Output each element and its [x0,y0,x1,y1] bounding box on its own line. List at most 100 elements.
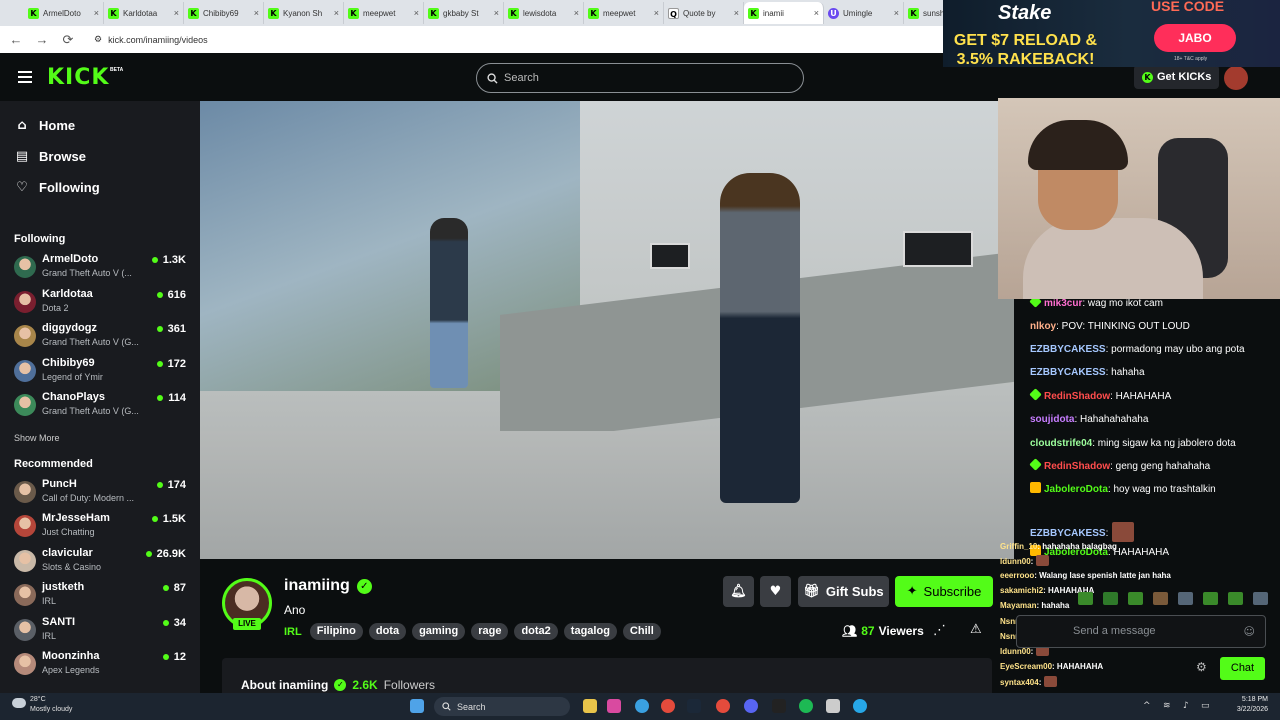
sidebar-channel[interactable]: clavicular Slots & Casino 26.9K [0,544,200,579]
emote-icon[interactable] [1228,592,1243,605]
gift-subs-button[interactable]: 🎁︎ Gift Subs [798,576,889,607]
chat-username[interactable]: soujidota [1030,414,1074,425]
sidebar-channel[interactable]: PuncH Call of Duty: Modern ... 174 [0,475,200,510]
sidebar-channel[interactable]: Karldotaa Dota 2 616 [0,285,200,320]
category-link[interactable]: IRL [284,626,302,638]
chat-username[interactable]: EZBBYCAKESS [1030,528,1106,539]
chat-username[interactable]: nlkoy [1030,321,1056,332]
user-avatar[interactable] [1224,66,1248,90]
calculator-icon[interactable] [826,699,840,713]
chat-username[interactable]: JaboleroDota [1044,484,1108,495]
get-kicks-button[interactable]: K Get KICKs [1134,65,1220,89]
browser-tab[interactable]: K Karldotaa × [104,2,184,24]
share-icon[interactable]: ⋰ [933,623,946,638]
browser-tab[interactable]: U Umingle × [824,2,904,24]
taskbar-search[interactable]: Search [434,697,570,716]
nav-following[interactable]: ♡ Following [0,172,200,203]
notification-button[interactable]: 🔔︎ [723,576,754,607]
menu-icon[interactable] [18,71,32,83]
sidebar-channel[interactable]: Moonzinha Apex Legends 12 [0,647,200,682]
chrome-profile-icon[interactable] [716,699,730,713]
tab-close-icon[interactable]: × [334,8,339,18]
follow-button[interactable]: ♥ [760,576,791,607]
kick-logo[interactable]: KICK [47,65,109,90]
chrome-icon[interactable] [661,699,675,713]
sidebar-channel[interactable]: ArmelDoto Grand Theft Auto V (... 1.3K [0,250,200,285]
telegram-icon[interactable] [853,699,867,713]
tag-chip[interactable]: tagalog [563,623,617,640]
copilot-icon[interactable] [607,699,621,713]
volume-icon[interactable]: ♪ [1183,701,1189,711]
tab-close-icon[interactable]: × [414,8,419,18]
chat-input[interactable]: Send a message ☺ [1016,615,1266,648]
tab-close-icon[interactable]: × [654,8,659,18]
browser-tab[interactable]: Q Quote by × [664,2,744,24]
tab-close-icon[interactable]: × [94,8,99,18]
tag-chip[interactable]: Filipino [309,623,363,640]
browser-tab[interactable]: K Chibiby69 × [184,2,264,24]
chat-username[interactable]: RedinShadow [1044,461,1110,472]
tag-chip[interactable]: gaming [412,623,466,640]
url-field[interactable]: ⚙ kick.com/inamiing/videos [86,30,216,50]
sidebar-channel[interactable]: ChanoPlays Grand Theft Auto V (G... 114 [0,388,200,423]
tag-chip[interactable]: dota2 [514,623,558,640]
spotify-icon[interactable] [799,699,813,713]
forward-icon[interactable]: → [34,32,50,47]
show-more-link[interactable]: Show More [0,423,200,453]
nav-browse[interactable]: ▤ Browse [0,141,200,172]
subscribe-button[interactable]: ✦ Subscribe [895,576,993,607]
emote-icon[interactable] [1153,592,1168,605]
tab-close-icon[interactable]: × [254,8,259,18]
browser-tab[interactable]: K ArmelDoto × [24,2,104,24]
battery-icon[interactable]: ▭ [1201,701,1210,711]
browser-tab[interactable]: K Kyanon Sh × [264,2,344,24]
start-icon[interactable] [410,699,424,713]
stake-ad-banner[interactable]: Stake GET $7 RELOAD & 3.5% RAKEBACK! USE… [943,0,1280,67]
chat-username[interactable]: EZBBYCAKESS [1030,367,1106,378]
search-input[interactable]: Search [476,63,804,93]
tab-close-icon[interactable]: × [894,8,899,18]
nav-home[interactable]: ⌂ Home [0,110,200,141]
emote-icon[interactable] [1103,592,1118,605]
browser-tab[interactable]: Kinamii × [744,2,824,24]
browser-tab[interactable]: Klewisdota × [504,2,584,24]
app-icon[interactable] [772,699,786,713]
browser-tab[interactable]: Kmeepwet × [344,2,424,24]
channel-name-text[interactable]: inamiing [284,577,350,595]
tab-close-icon[interactable]: × [494,8,499,18]
emote-icon[interactable] [1128,592,1143,605]
wifi-icon[interactable]: ≋ [1163,701,1171,711]
file-explorer-icon[interactable] [583,699,597,713]
sidebar-channel[interactable]: diggydogz Grand Theft Auto V (G... 361 [0,319,200,354]
site-info-icon[interactable]: ⚙ [94,34,102,45]
tab-close-icon[interactable]: × [574,8,579,18]
chat-send-button[interactable]: Chat [1220,657,1265,680]
emote-icon[interactable] [1203,592,1218,605]
video-player[interactable] [200,101,1014,559]
tab-close-icon[interactable]: × [174,8,179,18]
sidebar-channel[interactable]: Chibiby69 Legend of Ymir 172 [0,354,200,389]
chat-username[interactable]: RedinShadow [1044,391,1110,402]
tag-chip[interactable]: rage [471,623,509,640]
weather-widget[interactable]: 28°C Mostly cloudy [12,695,72,715]
back-icon[interactable]: ← [8,32,24,47]
tab-close-icon[interactable]: × [814,8,819,18]
emote-icon[interactable] [1078,592,1093,605]
tab-close-icon[interactable]: × [734,8,739,18]
emote-icon[interactable] [1178,592,1193,605]
sidebar-channel[interactable]: SANTI IRL 34 [0,613,200,648]
chat-username[interactable]: EZBBYCAKESS [1030,344,1106,355]
chat-settings-icon[interactable]: ⚙ [1196,660,1207,674]
discord-icon[interactable] [744,699,758,713]
reload-icon[interactable]: ⟳ [60,32,76,48]
tag-chip[interactable]: dota [368,623,407,640]
edge-icon[interactable] [635,699,649,713]
report-icon[interactable]: ⚠ [970,622,982,637]
browser-tab[interactable]: Kmeepwet × [584,2,664,24]
chat-username[interactable]: mik3cur [1044,299,1082,309]
browser-tab[interactable]: Kgkbaby St × [424,2,504,24]
sidebar-channel[interactable]: MrJesseHam Just Chatting 1.5K [0,509,200,544]
tag-chip[interactable]: Chill [622,623,661,640]
tray-chevron-icon[interactable]: ^ [1143,701,1151,711]
emoji-icon[interactable]: ☺ [1244,616,1255,647]
